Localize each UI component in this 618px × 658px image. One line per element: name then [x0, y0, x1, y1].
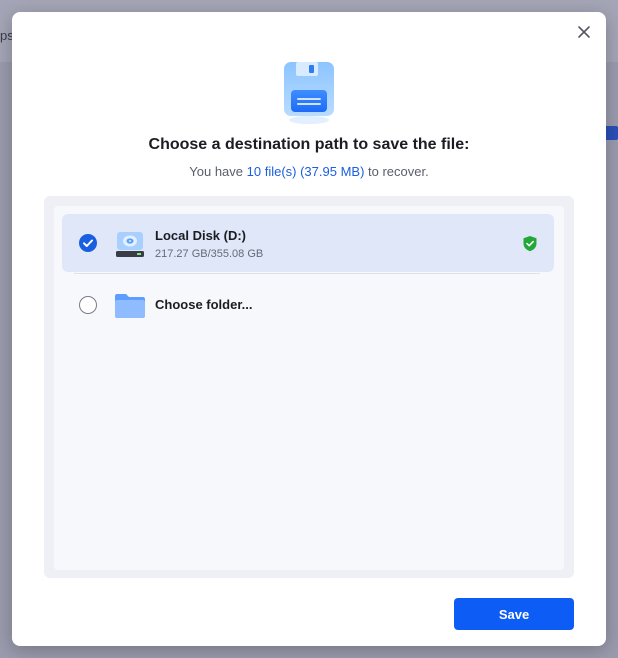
save-button[interactable]: Save — [454, 598, 574, 630]
background-checkbox — [604, 126, 618, 140]
checkmark-icon — [83, 239, 93, 247]
destination-panel: Local Disk (D:) 217.27 GB/355.08 GB Choo… — [44, 196, 574, 578]
row-divider — [74, 273, 540, 274]
folder-icon — [115, 294, 145, 318]
shield-check-icon — [523, 236, 537, 252]
destination-choose-folder[interactable]: Choose folder... — [62, 276, 554, 334]
file-count-highlight: 10 file(s) (37.95 MB) — [246, 164, 365, 179]
subtitle-suffix: to recover. — [364, 164, 429, 179]
close-icon — [578, 26, 590, 38]
hard-drive-icon — [116, 232, 144, 257]
floppy-disk-icon — [284, 62, 334, 124]
destination-local-disk[interactable]: Local Disk (D:) 217.27 GB/355.08 GB — [62, 214, 554, 272]
destination-name: Local Disk (D:) — [155, 228, 247, 243]
subtitle-prefix: You have — [189, 164, 247, 179]
radio-selected[interactable] — [79, 234, 97, 252]
close-button[interactable] — [574, 22, 594, 42]
radio-unselected[interactable] — [79, 296, 97, 314]
dialog-title: Choose a destination path to save the fi… — [148, 136, 470, 153]
dialog-subtitle: You have 10 file(s) (37.95 MB) to recove… — [12, 164, 606, 179]
destination-list: Local Disk (D:) 217.27 GB/355.08 GB Choo… — [54, 206, 564, 570]
destination-name: Choose folder... — [155, 297, 253, 312]
save-destination-dialog: Choose a destination path to save the fi… — [12, 12, 606, 646]
disk-usage: 217.27 GB/355.08 GB — [155, 248, 264, 260]
